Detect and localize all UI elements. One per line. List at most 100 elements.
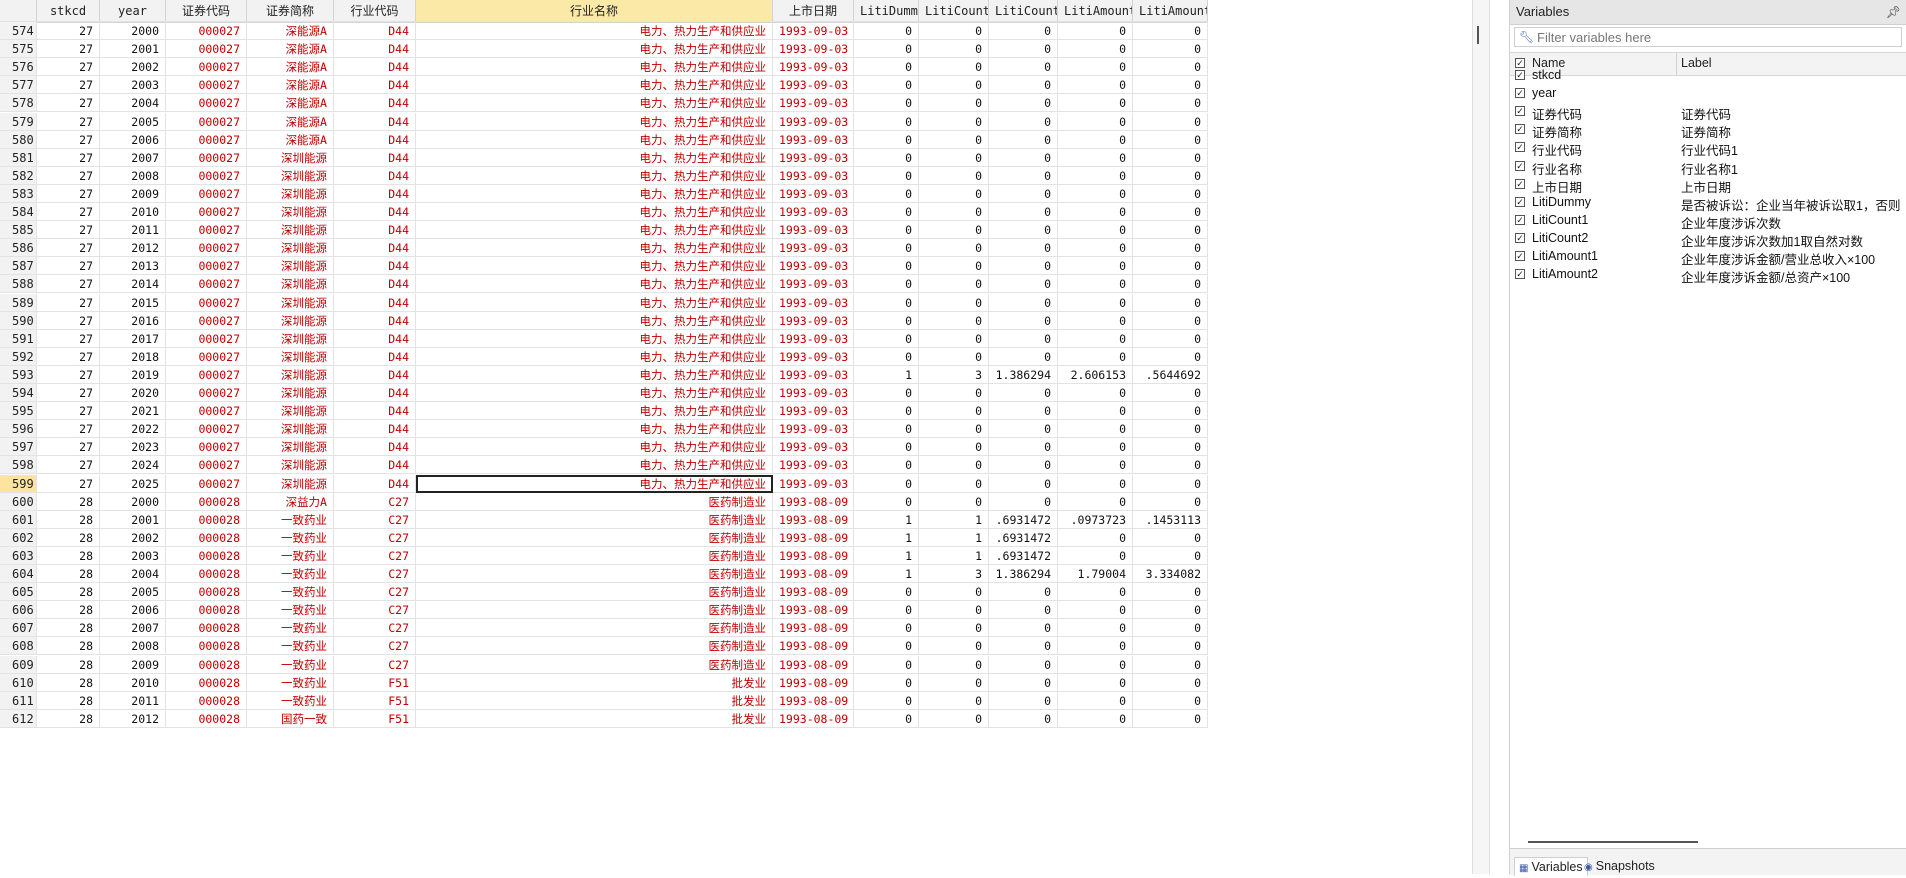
cell-liti-amount2[interactable]: 0 xyxy=(1133,293,1208,312)
row-number[interactable]: 592 xyxy=(0,347,37,366)
cell-industry-code[interactable]: C27 xyxy=(334,619,416,638)
cell-industry-code[interactable]: D44 xyxy=(334,22,416,41)
cell-sec-short-name[interactable]: 深圳能源 xyxy=(247,148,334,167)
column-header-liti-dummy[interactable]: LitiDummy xyxy=(854,0,919,22)
cell-industry-name[interactable]: 电力、热力生产和供应业 xyxy=(416,420,773,439)
cell-stkcd[interactable]: 27 xyxy=(37,474,100,493)
cell-liti-count1[interactable]: 0 xyxy=(919,257,989,276)
cell-liti-amount2[interactable]: 0 xyxy=(1133,130,1208,149)
cell-liti-amount2[interactable]: 0 xyxy=(1133,456,1208,475)
cell-liti-dummy[interactable]: 0 xyxy=(854,619,919,638)
cell-liti-amount2[interactable]: 0 xyxy=(1133,673,1208,692)
cell-sec-code[interactable]: 000027 xyxy=(166,257,247,276)
cell-year[interactable]: 2006 xyxy=(100,130,166,149)
cell-liti-amount2[interactable]: 3.334082 xyxy=(1133,565,1208,584)
cell-sec-short-name[interactable]: 深圳能源 xyxy=(247,438,334,457)
row-number[interactable]: 591 xyxy=(0,329,37,348)
cell-sec-short-name[interactable]: 深圳能源 xyxy=(247,166,334,185)
cell-industry-name[interactable]: 电力、热力生产和供应业 xyxy=(416,311,773,330)
cell-liti-amount2[interactable]: 0 xyxy=(1133,619,1208,638)
cell-list-date[interactable]: 1993-08-09 xyxy=(773,565,854,584)
cell-sec-short-name[interactable]: 深圳能源 xyxy=(247,257,334,276)
filter-variables-input[interactable] xyxy=(1537,29,1897,45)
cell-liti-count1[interactable]: 0 xyxy=(919,166,989,185)
cell-sec-code[interactable]: 000027 xyxy=(166,384,247,403)
tab-snapshots[interactable]: ◉ Snapshots xyxy=(1580,857,1659,875)
cell-industry-code[interactable]: D44 xyxy=(334,130,416,149)
cell-year[interactable]: 2023 xyxy=(100,438,166,457)
column-header-sec-code[interactable]: 证券代码 xyxy=(166,0,247,22)
cell-sec-code[interactable]: 000028 xyxy=(166,691,247,710)
cell-liti-dummy[interactable]: 0 xyxy=(854,492,919,511)
cell-sec-code[interactable]: 000028 xyxy=(166,510,247,529)
cell-liti-amount1[interactable]: 0 xyxy=(1058,546,1133,565)
cell-liti-amount2[interactable]: 0 xyxy=(1133,329,1208,348)
variable-checkbox[interactable]: ✓ xyxy=(1515,106,1525,117)
cell-liti-amount1[interactable]: 0 xyxy=(1058,492,1133,511)
cell-year[interactable]: 2009 xyxy=(100,184,166,203)
cell-year[interactable]: 2002 xyxy=(100,58,166,77)
cell-liti-amount2[interactable]: 0 xyxy=(1133,22,1208,41)
cell-sec-short-name[interactable]: 深圳能源 xyxy=(247,293,334,312)
cell-liti-amount2[interactable]: 0 xyxy=(1133,528,1208,547)
cell-liti-amount1[interactable]: 2.606153 xyxy=(1058,365,1133,384)
cell-list-date[interactable]: 1993-08-09 xyxy=(773,709,854,728)
cell-liti-amount2[interactable]: 0 xyxy=(1133,58,1208,77)
cell-industry-code[interactable]: D44 xyxy=(334,184,416,203)
column-header-liti-amount1[interactable]: LitiAmount1 xyxy=(1058,0,1133,22)
cell-industry-code[interactable]: D44 xyxy=(334,94,416,113)
cell-industry-name[interactable]: 电力、热力生产和供应业 xyxy=(416,94,773,113)
cell-industry-name[interactable]: 批发业 xyxy=(416,709,773,728)
cell-stkcd[interactable]: 28 xyxy=(37,637,100,656)
cell-liti-dummy[interactable]: 1 xyxy=(854,365,919,384)
cell-liti-count1[interactable]: 3 xyxy=(919,565,989,584)
vertical-scrollbar[interactable] xyxy=(1472,0,1490,874)
cell-liti-count2[interactable]: 0 xyxy=(989,184,1058,203)
cell-sec-short-name[interactable]: 深能源A xyxy=(247,130,334,149)
cell-liti-count2[interactable]: 0 xyxy=(989,112,1058,131)
cell-sec-short-name[interactable]: 一致药业 xyxy=(247,655,334,674)
cell-liti-dummy[interactable]: 1 xyxy=(854,546,919,565)
cell-year[interactable]: 2000 xyxy=(100,492,166,511)
filter-variables-box[interactable]: 🔧︎ xyxy=(1514,27,1902,47)
cell-liti-amount1[interactable]: 0 xyxy=(1058,221,1133,240)
cell-liti-dummy[interactable]: 0 xyxy=(854,203,919,222)
cell-industry-code[interactable]: C27 xyxy=(334,637,416,656)
cell-liti-dummy[interactable]: 0 xyxy=(854,329,919,348)
cell-sec-code[interactable]: 000027 xyxy=(166,148,247,167)
cell-sec-short-name[interactable]: 深圳能源 xyxy=(247,275,334,294)
cell-year[interactable]: 2005 xyxy=(100,112,166,131)
cell-liti-count2[interactable]: .6931472 xyxy=(989,510,1058,529)
cell-liti-count1[interactable]: 0 xyxy=(919,619,989,638)
cell-liti-count1[interactable]: 0 xyxy=(919,22,989,41)
cell-liti-count1[interactable]: 0 xyxy=(919,112,989,131)
cell-stkcd[interactable]: 28 xyxy=(37,492,100,511)
cell-industry-name[interactable]: 医药制造业 xyxy=(416,583,773,602)
cell-list-date[interactable]: 1993-09-03 xyxy=(773,347,854,366)
cell-industry-name[interactable]: 电力、热力生产和供应业 xyxy=(416,112,773,131)
cell-sec-short-name[interactable]: 深圳能源 xyxy=(247,365,334,384)
cell-industry-code[interactable]: C27 xyxy=(334,528,416,547)
cell-year[interactable]: 2001 xyxy=(100,40,166,59)
cell-list-date[interactable]: 1993-08-09 xyxy=(773,673,854,692)
cell-stkcd[interactable]: 28 xyxy=(37,709,100,728)
row-number[interactable]: 607 xyxy=(0,619,37,638)
cell-liti-count2[interactable]: 0 xyxy=(989,58,1058,77)
row-number[interactable]: 582 xyxy=(0,166,37,185)
cell-stkcd[interactable]: 27 xyxy=(37,329,100,348)
cell-industry-code[interactable]: D44 xyxy=(334,166,416,185)
cell-industry-name[interactable]: 医药制造业 xyxy=(416,655,773,674)
cell-liti-count2[interactable]: 0 xyxy=(989,492,1058,511)
row-number[interactable]: 578 xyxy=(0,94,37,113)
cell-liti-count1[interactable]: 0 xyxy=(919,601,989,620)
cell-industry-name[interactable]: 电力、热力生产和供应业 xyxy=(416,58,773,77)
cell-sec-code[interactable]: 000027 xyxy=(166,402,247,421)
cell-liti-count1[interactable]: 0 xyxy=(919,329,989,348)
cell-liti-count2[interactable]: 0 xyxy=(989,420,1058,439)
cell-liti-amount1[interactable]: 0 xyxy=(1058,528,1133,547)
cell-liti-amount2[interactable]: 0 xyxy=(1133,655,1208,674)
cell-sec-code[interactable]: 000028 xyxy=(166,601,247,620)
cell-year[interactable]: 2013 xyxy=(100,257,166,276)
cell-liti-amount1[interactable]: 0 xyxy=(1058,76,1133,95)
cell-list-date[interactable]: 1993-09-03 xyxy=(773,112,854,131)
